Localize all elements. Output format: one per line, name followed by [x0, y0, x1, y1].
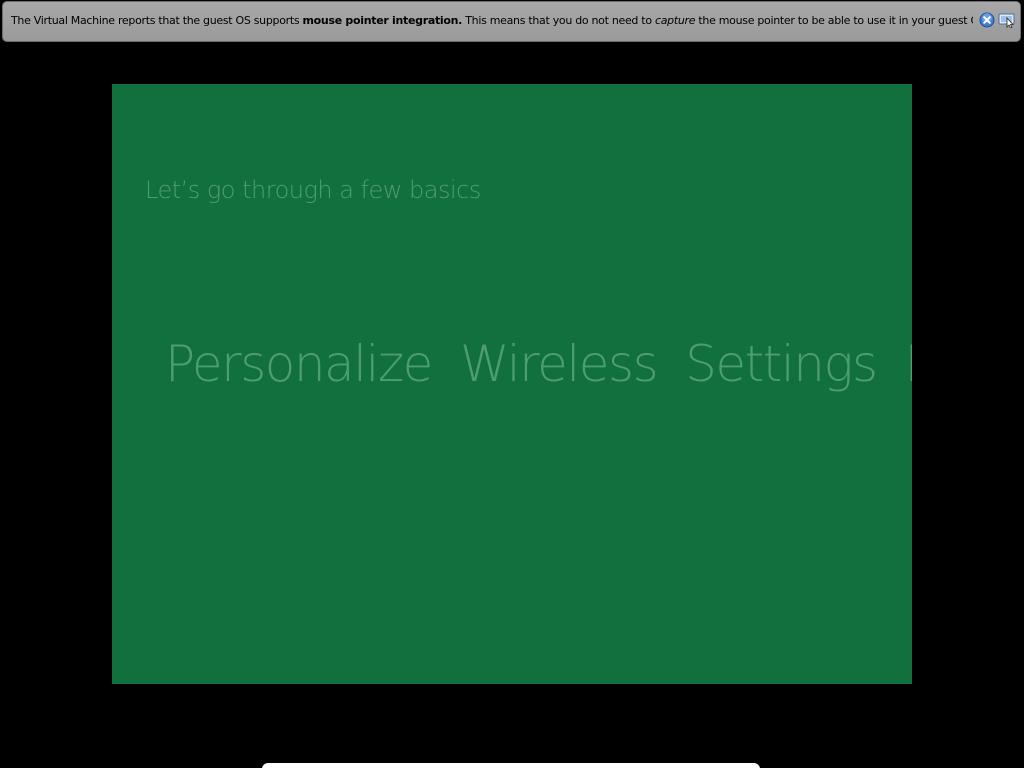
- notification-message: The Virtual Machine reports that the gue…: [11, 14, 973, 27]
- notification-text-3: the mouse pointer to be able to use it i…: [698, 14, 973, 27]
- step-personalize: Personalize: [165, 335, 433, 393]
- guest-display[interactable]: Let’s go through a few basics Personaliz…: [112, 84, 912, 684]
- vm-window: The Virtual Machine reports that the gue…: [0, 0, 1024, 768]
- step-settings: Settings: [685, 335, 878, 393]
- notification-text-bold: mouse pointer integration.: [302, 14, 463, 27]
- setup-steps: Personalize Wireless Settings L: [165, 335, 912, 393]
- mouse-integration-notification: The Virtual Machine reports that the gue…: [2, 1, 1021, 42]
- mouse-integration-icon[interactable]: [998, 12, 1015, 29]
- notification-actions: [979, 12, 1015, 29]
- close-icon[interactable]: [979, 12, 995, 28]
- notification-text-1: The Virtual Machine reports that the gue…: [11, 14, 303, 27]
- notification-text-2: This means that you do not need to: [462, 14, 655, 27]
- setup-subtitle: Let’s go through a few basics: [145, 176, 481, 204]
- vm-mini-toolbar[interactable]: [262, 763, 760, 768]
- step-wireless: Wireless: [459, 335, 659, 393]
- notification-text-italic: capture: [654, 14, 696, 27]
- step-next-partial: L: [905, 335, 912, 393]
